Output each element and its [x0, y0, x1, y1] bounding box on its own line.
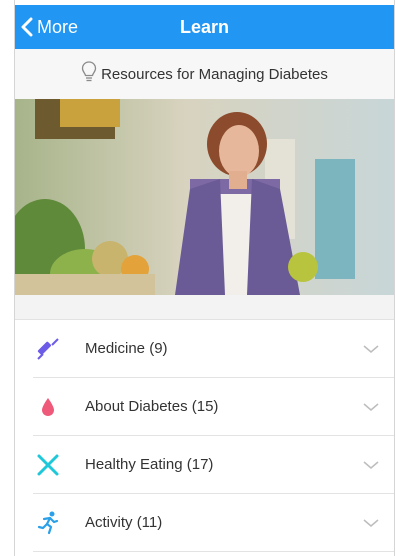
nav-bar: More Learn [15, 5, 394, 49]
category-item-activity[interactable]: Activity (11) [15, 494, 394, 552]
category-label: About Diabetes [85, 398, 188, 415]
category-count: (9) [149, 340, 168, 357]
category-count: (11) [136, 514, 163, 531]
category-item-about-diabetes[interactable]: About Diabetes (15) [15, 378, 394, 436]
lightbulb-icon [81, 60, 101, 89]
section-header: Resources for Managing Diabetes [15, 49, 394, 99]
category-list: Medicine (9) About Diabetes (15) Healthy… [15, 320, 394, 552]
fork-knife-icon [35, 452, 61, 478]
back-button-label: More [37, 16, 79, 37]
chevron-down-icon [363, 458, 379, 472]
back-button[interactable]: More [21, 5, 78, 49]
blood-drop-icon [35, 394, 61, 420]
learn-screen: More Learn Resources for Managing Diabet… [0, 0, 396, 556]
category-count: (17) [186, 456, 214, 473]
chevron-down-icon [363, 400, 379, 414]
chevron-down-icon [363, 342, 379, 356]
syringe-icon [35, 336, 61, 362]
running-icon [35, 510, 61, 536]
category-label: Medicine [85, 340, 146, 357]
divider [33, 551, 394, 552]
category-item-medicine[interactable]: Medicine (9) [15, 320, 394, 378]
spacer [15, 295, 394, 320]
category-count: (15) [191, 398, 219, 415]
category-label: Healthy Eating [85, 456, 183, 473]
category-label: Activity [85, 514, 133, 531]
category-item-healthy-eating[interactable]: Healthy Eating (17) [15, 436, 394, 494]
chevron-left-icon [21, 17, 33, 37]
hero-photo [15, 99, 394, 295]
chevron-down-icon [363, 516, 379, 530]
frame-border-right [394, 0, 395, 556]
section-title: Resources for Managing Diabetes [101, 65, 328, 83]
